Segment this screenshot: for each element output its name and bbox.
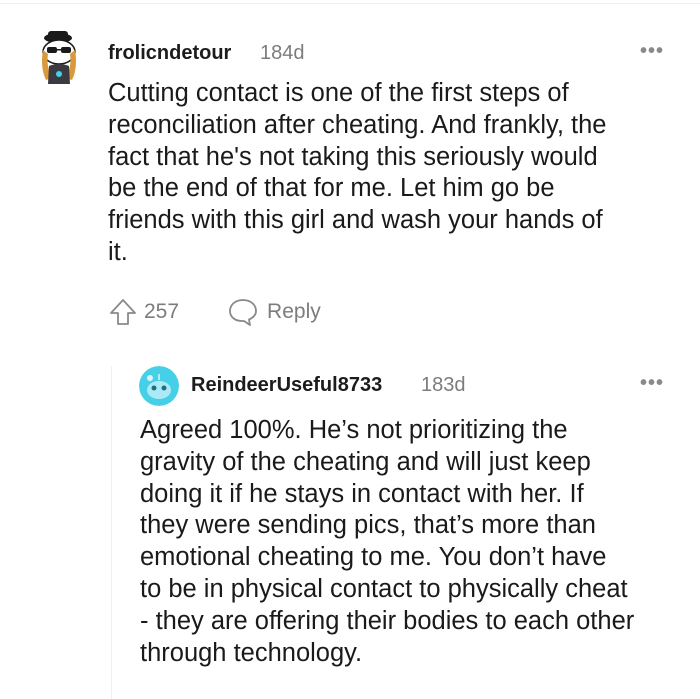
reply-body-line: through technology. (140, 638, 363, 667)
comment-body-line: friends with this girl and wash your han… (108, 206, 603, 235)
comment-body-line: fact that he's not taking this seriously… (108, 142, 598, 171)
reply-body-line: to be in physical contact to physically … (140, 574, 628, 603)
reply-body-line: - they are offering their bodies to each… (140, 606, 635, 635)
reply-body: Agreed 100%. He’s not prioritizing the g… (140, 415, 690, 669)
comment-body-line: Cutting contact is one of the first step… (108, 79, 569, 107)
speech-bubble-icon (227, 297, 259, 327)
comment-age: 184d (260, 42, 305, 64)
reply-body-line: emotional cheating to me. You don’t have (140, 543, 607, 572)
reply-body-line: doing it if he stays in contact with her… (140, 479, 584, 508)
reply-body-line: Agreed 100%. He’s not prioritizing the (140, 416, 568, 444)
thread-line (111, 366, 112, 699)
more-options-button[interactable]: ••• (640, 372, 664, 395)
reply-label: Reply (267, 300, 321, 323)
more-options-button[interactable]: ••• (640, 40, 664, 63)
comment-body-line: be the end of that for me. Let him go be (108, 174, 555, 203)
comment-actions: 257 Reply (108, 297, 321, 327)
upvote-arrow-icon[interactable] (108, 297, 138, 327)
default-snoo-avatar-icon[interactable] (139, 366, 179, 406)
comment-body-line: it. (108, 237, 128, 266)
reply-body-line: they were sending pics, that’s more than (140, 511, 596, 540)
reply-username[interactable]: ReindeerUseful8733 (191, 374, 382, 397)
snoo-avatar-sunglasses-icon[interactable] (34, 28, 84, 86)
comment-body: Cutting contact is one of the first step… (108, 78, 688, 269)
comment-username[interactable]: frolicndetour (108, 42, 231, 65)
comment-body-line: reconciliation after cheating. And frank… (108, 110, 607, 139)
upvote-count: 257 (144, 300, 180, 323)
reply-body-line: gravity of the cheating and will just ke… (140, 447, 591, 476)
reply-button[interactable]: Reply (227, 297, 321, 327)
reply-age: 183d (421, 374, 466, 396)
top-divider (0, 3, 700, 4)
